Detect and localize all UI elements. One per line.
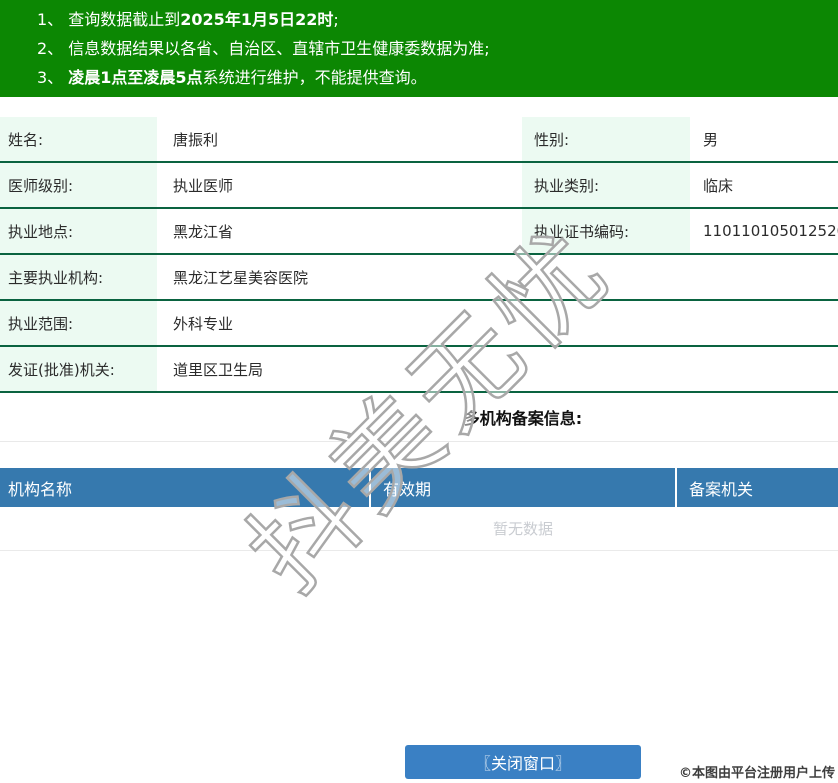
- practice-scope-value: 外科专业: [173, 314, 234, 333]
- gender-label: 性别:: [522, 117, 690, 161]
- main-institution-label: 主要执业机构:: [0, 255, 157, 299]
- table-row-level-category: 医师级别: 执业医师 执业类别: 临床: [0, 163, 838, 209]
- notice-text-bold: 2025年1月5日22时: [180, 10, 334, 29]
- practice-scope-label: 执业范围:: [0, 301, 157, 345]
- practice-category-value: 临床: [703, 176, 734, 195]
- notice-text-bold: 凌晨1点至凌晨5点: [68, 68, 203, 87]
- notice-line-2: 2、 信息数据结果以各省、自治区、直辖市卫生健康委数据为准;: [37, 34, 838, 63]
- issuing-authority-label: 发证(批准)机关:: [0, 347, 157, 391]
- gender-value: 男: [703, 130, 719, 149]
- issuing-authority-value: 道里区卫生局: [173, 360, 264, 379]
- doctor-profile-table: 姓名: 唐振利 性别: 男 医师级别: 执业医师 执业类别: 临床 执业地点: …: [0, 117, 838, 393]
- query-result-page: 1、 查询数据截止到2025年1月5日22时; 2、 信息数据结果以各省、自治区…: [0, 0, 838, 779]
- notice-text: 系统进行维护，不能提供查询。: [202, 68, 427, 87]
- license-number-value: 110110105012520: [703, 222, 838, 240]
- notice-text: 2、 信息数据结果以各省、自治区、直辖市卫生健康委数据为准;: [37, 39, 490, 58]
- table-row-issuing-authority: 发证(批准)机关: 道里区卫生局: [0, 347, 838, 393]
- table-row-name-gender: 姓名: 唐振利 性别: 男: [0, 117, 838, 163]
- doctor-level-value: 执业医师: [173, 176, 234, 195]
- no-data-placeholder: 暂无数据: [0, 507, 838, 551]
- practice-location-value: 黑龙江省: [173, 222, 234, 241]
- upload-credit-watermark: ©本图由平台注册用户上传: [678, 766, 835, 781]
- notice-banner: 1、 查询数据截止到2025年1月5日22时; 2、 信息数据结果以各省、自治区…: [0, 0, 838, 97]
- table-row-practice-scope: 执业范围: 外科专业: [0, 301, 838, 347]
- name-label: 姓名:: [0, 117, 157, 161]
- license-number-label: 执业证书编码:: [522, 209, 690, 253]
- main-institution-value: 黑龙江艺星美容医院: [173, 268, 309, 287]
- notice-line-1: 1、 查询数据截止到2025年1月5日22时;: [37, 5, 838, 34]
- practice-category-label: 执业类别:: [522, 163, 690, 207]
- filing-table-header: 机构名称 有效期 备案机关: [0, 468, 838, 507]
- table-row-location-license: 执业地点: 黑龙江省 执业证书编码: 110110105012520: [0, 209, 838, 255]
- close-window-button[interactable]: 〖关闭窗口〗: [405, 745, 641, 779]
- notice-text: ;: [333, 10, 339, 29]
- practice-location-label: 执业地点:: [0, 209, 157, 253]
- doctor-level-label: 医师级别:: [0, 163, 157, 207]
- notice-line-3: 3、 凌晨1点至凌晨5点系统进行维护，不能提供查询。: [37, 63, 838, 92]
- column-header-institution-name: 机构名称: [0, 468, 371, 507]
- table-row-main-institution: 主要执业机构: 黑龙江艺星美容医院: [0, 255, 838, 301]
- column-header-filing-authority: 备案机关: [689, 479, 754, 499]
- notice-text: 3、: [37, 68, 69, 87]
- multi-institution-section-title: 多机构备案信息:: [0, 393, 838, 442]
- column-header-validity-period: 有效期: [371, 468, 677, 507]
- name-value: 唐振利: [173, 130, 219, 149]
- notice-text: 1、 查询数据截止到: [37, 10, 181, 29]
